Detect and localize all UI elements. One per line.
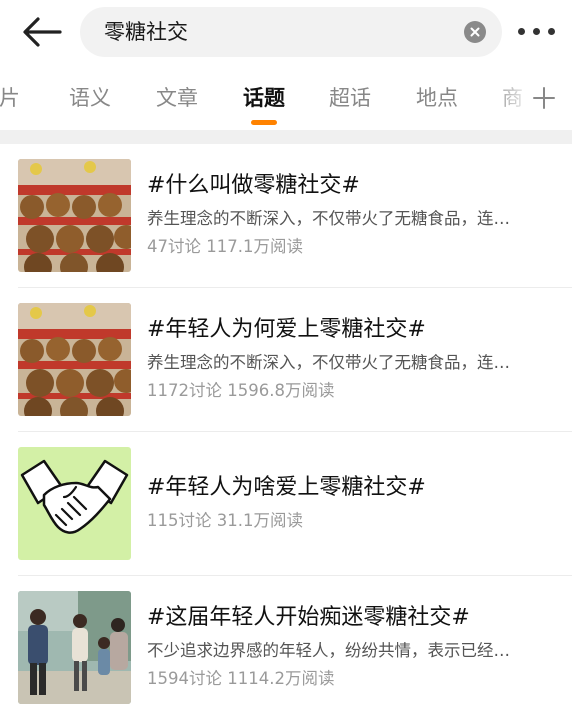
- tab-articles[interactable]: 文章: [156, 84, 198, 112]
- active-tab-indicator: [251, 120, 277, 125]
- section-separator: [0, 130, 572, 144]
- topic-description: 养生理念的不断深入，不仅带火了无糖食品，连…: [147, 353, 510, 372]
- tab-pictures[interactable]: 图片: [0, 84, 20, 112]
- tab-locations[interactable]: 地点: [416, 84, 458, 112]
- tab-semantic[interactable]: 语义: [69, 84, 111, 112]
- top-bar: 零糖社交: [0, 0, 572, 64]
- topic-stats: 1594讨论 1114.2万阅读: [147, 669, 335, 688]
- topic-stats: 47讨论 117.1万阅读: [147, 237, 303, 256]
- tab-super-topics[interactable]: 超话: [329, 84, 371, 112]
- topic-row[interactable]: #这届年轻人开始痴迷零糖社交# 不少追求边界感的年轻人，纷纷共情，表示已经… 1…: [0, 576, 572, 720]
- topic-thumbnail-plush-toys: [18, 159, 131, 272]
- more-dots-icon[interactable]: [518, 26, 556, 38]
- tab-topics[interactable]: 话题: [243, 84, 285, 112]
- clear-icon[interactable]: [464, 21, 486, 43]
- tab-fade-overlay: [488, 64, 572, 130]
- handshake-icon: [18, 447, 131, 560]
- topic-row[interactable]: #年轻人为啥爱上零糖社交# 115讨论 31.1万阅读: [0, 432, 572, 576]
- topic-thumbnail-plush-toys: [18, 303, 131, 416]
- topic-row[interactable]: #什么叫做零糖社交# 养生理念的不断深入，不仅带火了无糖食品，连… 47讨论 1…: [0, 144, 572, 288]
- topic-description: 不少追求边界感的年轻人，纷纷共情，表示已经…: [147, 641, 510, 660]
- topic-title: #年轻人为啥爱上零糖社交#: [147, 475, 426, 500]
- topic-thumbnail-people-photo: [18, 591, 131, 704]
- topic-title: #什么叫做零糖社交#: [147, 173, 360, 198]
- back-arrow-icon[interactable]: [20, 14, 64, 50]
- search-input[interactable]: 零糖社交: [104, 19, 188, 45]
- search-bar[interactable]: 零糖社交: [80, 7, 502, 57]
- tab-bar: 图片 语义 文章 话题 超话 地点 商: [0, 64, 572, 130]
- plus-icon[interactable]: [532, 86, 556, 110]
- topic-stats: 1172讨论 1596.8万阅读: [147, 381, 335, 400]
- topic-stats: 115讨论 31.1万阅读: [147, 511, 303, 530]
- topic-description: 养生理念的不断深入，不仅带火了无糖食品，连…: [147, 209, 510, 228]
- topic-title: #年轻人为何爱上零糖社交#: [147, 317, 426, 342]
- topic-row[interactable]: #年轻人为何爱上零糖社交# 养生理念的不断深入，不仅带火了无糖食品，连… 117…: [0, 288, 572, 432]
- topic-title: #这届年轻人开始痴迷零糖社交#: [147, 605, 470, 630]
